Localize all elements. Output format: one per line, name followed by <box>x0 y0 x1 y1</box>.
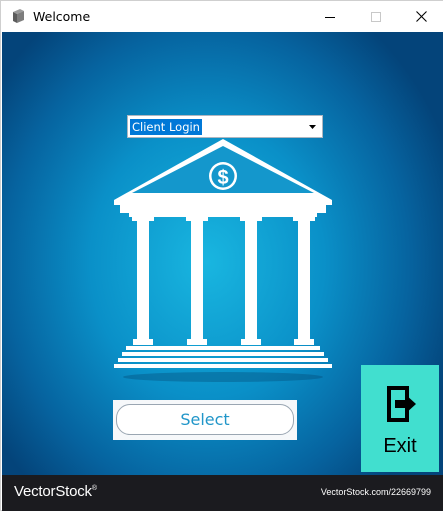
login-type-selected: Client Login <box>130 119 202 135</box>
exit-button[interactable]: Exit <box>361 365 439 472</box>
maximize-icon <box>371 11 381 22</box>
title-bar[interactable]: Welcome <box>1 1 443 32</box>
close-icon <box>415 11 427 22</box>
login-type-dropdown[interactable]: Client Login <box>127 115 323 138</box>
minimize-icon <box>325 16 335 18</box>
maximize-button[interactable] <box>353 1 399 32</box>
minimize-button[interactable] <box>307 1 353 32</box>
watermark-footer: VectorStock® VectorStock.com/22669799 <box>2 475 443 511</box>
select-button-panel: Select <box>113 400 297 440</box>
stock-url: VectorStock.com/22669799 <box>320 487 431 497</box>
welcome-window: Welcome $ Client Login Select Exit Vecto… <box>0 0 443 511</box>
dropdown-arrow-button[interactable] <box>304 118 320 135</box>
exit-door-icon <box>387 386 416 422</box>
select-button[interactable]: Select <box>116 404 294 435</box>
window-title: Welcome <box>33 9 91 24</box>
brand-name: VectorStock <box>14 483 92 500</box>
client-area: $ Client Login Select Exit VectorStock® … <box>2 32 443 511</box>
exit-label: Exit <box>383 435 417 457</box>
close-button[interactable] <box>398 1 443 32</box>
brand-registered-mark: ® <box>91 485 97 492</box>
dropdown-arrow-icon <box>308 124 316 129</box>
brand-logo: VectorStock® <box>14 483 97 500</box>
app-window-icon <box>13 9 24 23</box>
dollar-symbol: $ <box>217 167 228 189</box>
